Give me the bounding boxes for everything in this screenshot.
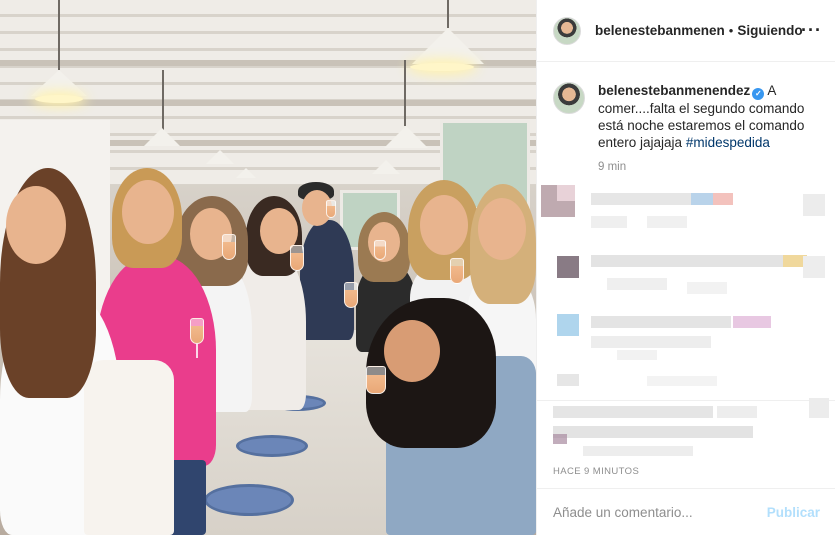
pixel-block bbox=[591, 193, 691, 205]
lamp bbox=[236, 168, 256, 178]
pixel-block bbox=[713, 193, 733, 205]
lamp-cord bbox=[404, 60, 406, 126]
ceiling-beam bbox=[0, 100, 536, 106]
pixel-block bbox=[617, 350, 657, 360]
publish-button[interactable]: Publicar bbox=[767, 505, 820, 520]
pixel-divider bbox=[537, 400, 835, 401]
comment-input[interactable] bbox=[553, 504, 767, 520]
wine-glass bbox=[222, 234, 236, 260]
pixel-block bbox=[553, 434, 567, 444]
plate bbox=[236, 435, 308, 457]
pixel-block bbox=[557, 185, 575, 201]
post-photo[interactable] bbox=[0, 0, 536, 535]
wine-glass bbox=[366, 366, 386, 394]
plate bbox=[204, 484, 294, 516]
post-header: belenestebanmenen • Siguiendo ··· bbox=[537, 0, 835, 62]
pixel-block bbox=[557, 374, 579, 386]
pixel-block bbox=[687, 282, 727, 294]
lamp-cord bbox=[58, 0, 60, 70]
pixel-block bbox=[553, 406, 713, 418]
more-horizontal-icon[interactable]: ··· bbox=[801, 20, 822, 41]
header-separator: • bbox=[728, 23, 734, 38]
lamp bbox=[144, 128, 180, 146]
pixel-block bbox=[553, 426, 753, 438]
person-head bbox=[384, 320, 440, 382]
pixel-block bbox=[607, 278, 667, 290]
person bbox=[300, 220, 354, 340]
person-head bbox=[420, 195, 468, 255]
caption-body: belenestebanmenendez ✓ A comer....falta e… bbox=[598, 82, 820, 151]
pixel-block bbox=[733, 316, 771, 328]
post-details-panel: belenestebanmenen • Siguiendo ··· belene… bbox=[536, 0, 835, 535]
person-head bbox=[478, 198, 526, 260]
pixel-block bbox=[647, 216, 687, 228]
caption-avatar[interactable] bbox=[553, 82, 585, 114]
wine-glass bbox=[290, 245, 304, 271]
pixel-block bbox=[691, 193, 713, 205]
pixel-block bbox=[583, 446, 693, 456]
glass-stem bbox=[196, 344, 198, 358]
lamp bbox=[206, 150, 234, 164]
verified-badge-icon: ✓ bbox=[752, 88, 765, 100]
lamp-cord bbox=[162, 70, 164, 130]
post-caption: belenestebanmenendez ✓ A comer....falta e… bbox=[553, 82, 823, 151]
wine-glass bbox=[374, 240, 386, 260]
lamp bbox=[372, 160, 400, 174]
pixel-block bbox=[591, 336, 711, 348]
lamp bbox=[384, 126, 428, 148]
pixel-block bbox=[591, 316, 731, 328]
header-username[interactable]: belenestebanmenen bbox=[595, 23, 725, 38]
post-timestamp: HACE 9 MINUTOS bbox=[553, 466, 640, 477]
lamp-light bbox=[410, 63, 474, 71]
pixel-block bbox=[717, 406, 757, 418]
wine-glass bbox=[344, 282, 358, 308]
wine-glass bbox=[326, 200, 336, 218]
wine-glass bbox=[450, 258, 464, 284]
pixel-block bbox=[803, 256, 825, 278]
caption-time: 9 min bbox=[598, 161, 627, 173]
caption-username[interactable]: belenestebanmenendez bbox=[598, 83, 750, 98]
pixel-block bbox=[647, 376, 717, 386]
person-head bbox=[6, 186, 66, 264]
following-button[interactable]: Siguiendo bbox=[737, 23, 802, 38]
comment-bar: Publicar bbox=[537, 488, 835, 535]
pixel-block bbox=[809, 398, 829, 418]
pixel-block bbox=[591, 255, 791, 267]
person-head bbox=[122, 180, 174, 244]
lamp-light bbox=[35, 95, 83, 103]
pixel-block bbox=[803, 194, 825, 216]
lamp bbox=[31, 70, 87, 96]
lamp bbox=[412, 28, 484, 64]
caption-hashtag[interactable]: #midespedida bbox=[686, 135, 770, 150]
person-jacket bbox=[84, 360, 174, 535]
lamp-cord bbox=[447, 0, 449, 28]
pixel-block bbox=[557, 256, 579, 278]
wine-glass bbox=[190, 318, 204, 344]
user-avatar[interactable] bbox=[553, 16, 581, 45]
pixel-block bbox=[557, 314, 579, 336]
pixel-block bbox=[591, 216, 627, 228]
